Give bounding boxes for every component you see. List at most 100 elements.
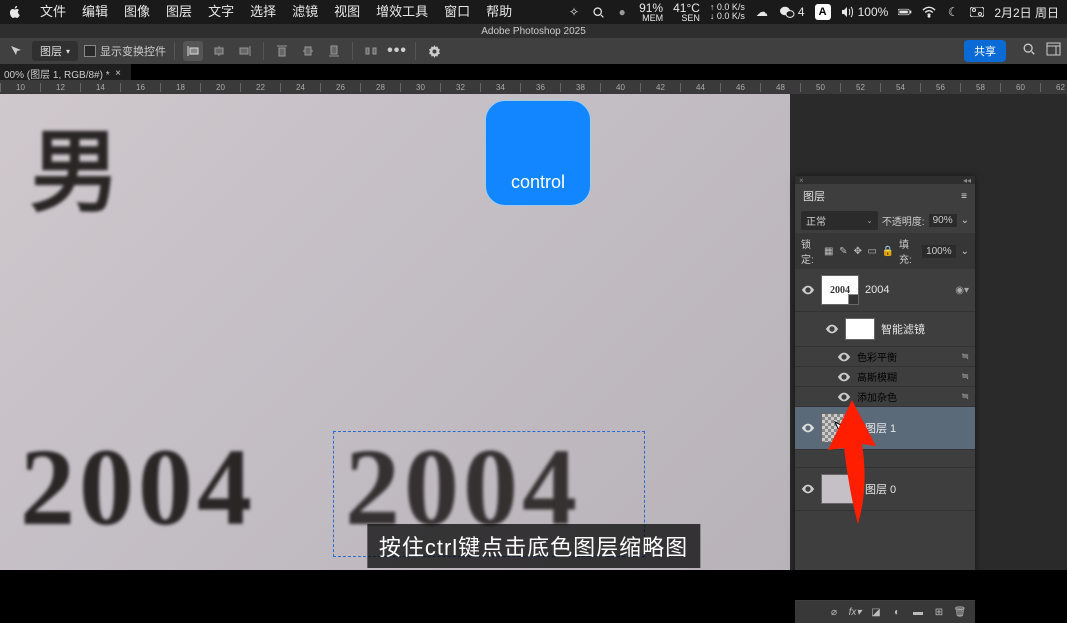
visibility-icon[interactable] xyxy=(837,370,851,384)
layer-name[interactable]: 2004 xyxy=(865,284,889,296)
search-icon[interactable] xyxy=(591,5,605,19)
link-icon[interactable]: ⌀ xyxy=(827,605,841,619)
menu-image[interactable]: 图像 xyxy=(116,0,158,24)
menu-select[interactable]: 选择 xyxy=(242,0,284,24)
adjustment-icon[interactable]: ◐ xyxy=(890,605,904,619)
menu-file[interactable]: 文件 xyxy=(32,0,74,24)
show-transform-checkbox[interactable]: 显示变换控件 xyxy=(84,43,166,59)
wifi-icon[interactable] xyxy=(922,5,936,19)
layer-thumb-layer1[interactable] xyxy=(821,413,859,443)
mac-menubar: 文件 编辑 图像 图层 文字 选择 滤镜 视图 增效工具 窗口 帮助 ✧ ● 9… xyxy=(0,0,1067,24)
volume-icon[interactable]: 100% xyxy=(841,5,889,19)
lock-pixels-icon[interactable]: ▦ xyxy=(824,245,834,257)
filter-opts-icon[interactable]: ≒ xyxy=(961,371,969,382)
app-title: Adobe Photoshop 2025 xyxy=(481,26,586,37)
menu-edit[interactable]: 编辑 xyxy=(74,0,116,24)
artboard[interactable]: 男 2004 2004 xyxy=(0,94,790,570)
dnd-moon-icon[interactable]: ☾ xyxy=(946,5,960,19)
control-center-icon[interactable] xyxy=(970,5,984,19)
layer-thumb-layer0[interactable] xyxy=(821,474,859,504)
bottom-bar xyxy=(0,570,1067,600)
folder-icon[interactable]: ▬ xyxy=(911,605,925,619)
workspace-icon[interactable] xyxy=(1046,42,1061,61)
layer-name[interactable]: 图层 0 xyxy=(865,481,896,497)
layer-select-combo[interactable]: 图层▾ xyxy=(32,41,78,61)
options-bar: 图层▾ 显示变换控件 ••• 共享 xyxy=(0,38,1067,64)
trash-icon[interactable]: 🗑 xyxy=(953,605,967,619)
menu-filter[interactable]: 滤镜 xyxy=(284,0,326,24)
align-top-icon[interactable] xyxy=(272,41,292,61)
opacity-value[interactable]: 90% xyxy=(929,214,957,227)
panel-grip[interactable]: ×◂◂ xyxy=(795,176,975,184)
layer-thumb-2004[interactable]: 2004 xyxy=(821,275,859,305)
cloud-icon[interactable]: ☁︎ xyxy=(755,5,769,19)
mem-stat: 91%MEM xyxy=(639,2,663,23)
menubar-right: ✧ ● 91%MEM 41°CSEN ↑ 0.0 K/s↓ 0.0 K/s ☁︎… xyxy=(567,2,1067,23)
menu-help[interactable]: 帮助 xyxy=(478,0,520,24)
layer-row-layer0[interactable]: 图层 0 xyxy=(795,468,975,511)
app-titlebar: Adobe Photoshop 2025 xyxy=(0,24,1067,38)
search-workspace-icon[interactable] xyxy=(1022,42,1036,61)
blend-mode-combo[interactable]: 正常⌄ xyxy=(801,211,878,230)
layers-panel-footer: ⌀ fx▾ ◪ ◐ ▬ ⊞ 🗑 xyxy=(795,601,975,623)
filter-opts-icon[interactable]: ≒ xyxy=(961,351,969,362)
mask-icon[interactable]: ◪ xyxy=(869,605,883,619)
distribute-icon[interactable] xyxy=(361,41,381,61)
move-tool-icon[interactable] xyxy=(6,41,26,61)
lock-label: 锁定: xyxy=(801,236,819,266)
rec-icon[interactable]: ● xyxy=(615,5,629,19)
menu-window[interactable]: 窗口 xyxy=(436,0,478,24)
layer-row-layer1[interactable]: 图层 1 xyxy=(795,407,975,450)
more-icon[interactable]: ••• xyxy=(387,41,407,61)
menu-type[interactable]: 文字 xyxy=(200,0,242,24)
smart-indicator-icon: ◉▾ xyxy=(955,285,969,296)
menu-layer[interactable]: 图层 xyxy=(158,0,200,24)
ai-icon[interactable]: ✧ xyxy=(567,5,581,19)
lock-all-icon[interactable]: 🔒 xyxy=(882,245,894,257)
fill-value[interactable]: 100% xyxy=(922,245,956,258)
align-left-icon[interactable] xyxy=(183,41,203,61)
menu-view[interactable]: 视图 xyxy=(326,0,368,24)
battery-icon[interactable] xyxy=(898,5,912,19)
ruler-horizontal: 1012141618202224262830323436384042444648… xyxy=(0,80,1067,94)
filter-mask-thumb[interactable] xyxy=(845,318,875,340)
align-bottom-icon[interactable] xyxy=(324,41,344,61)
visibility-icon[interactable] xyxy=(801,283,815,297)
lock-move-icon[interactable]: ✥ xyxy=(853,245,863,257)
filter-row-gaussblur[interactable]: 高斯模糊≒ xyxy=(795,367,975,387)
fx-icon[interactable]: fx▾ xyxy=(848,605,862,619)
visibility-icon[interactable] xyxy=(825,322,839,336)
lock-brush-icon[interactable]: ✎ xyxy=(839,245,849,257)
visibility-icon[interactable] xyxy=(837,350,851,364)
lock-artboard-icon[interactable]: ▭ xyxy=(868,245,878,257)
date-time[interactable]: 2月2日 周日 xyxy=(994,4,1059,21)
align-right-icon[interactable] xyxy=(235,41,255,61)
input-a-icon[interactable]: A xyxy=(815,4,831,20)
layer-row-2004[interactable]: 2004 2004 ◉▾ xyxy=(795,269,975,312)
filter-opts-icon[interactable]: ≒ xyxy=(961,391,969,402)
layers-tab[interactable]: 图层≡ xyxy=(795,184,975,208)
control-key-overlay: control xyxy=(485,100,591,206)
wechat-icon[interactable]: 4 xyxy=(779,5,805,19)
align-hcenter-icon[interactable] xyxy=(209,41,229,61)
gear-icon[interactable] xyxy=(424,41,444,61)
visibility-icon[interactable] xyxy=(837,390,851,404)
apple-icon xyxy=(8,5,22,19)
new-layer-icon[interactable]: ⊞ xyxy=(932,605,946,619)
layers-panel[interactable]: ×◂◂ 图层≡ 正常⌄ 不透明度: 90% ⌄ 锁定: ▦ ✎ ✥ ▭ 🔒 填充… xyxy=(795,176,975,623)
opacity-label: 不透明度: xyxy=(882,213,925,228)
art-glyph: 男 xyxy=(30,99,120,229)
share-button[interactable]: 共享 xyxy=(964,40,1006,62)
fill-label: 填充: xyxy=(899,236,917,266)
net-stat: ↑ 0.0 K/s↓ 0.0 K/s xyxy=(710,3,745,21)
layer-name[interactable]: 图层 1 xyxy=(865,420,896,436)
document-tab[interactable]: 00% (图层 1, RGB/8#) * × xyxy=(0,64,131,80)
menu-plugins[interactable]: 增效工具 xyxy=(368,0,436,24)
visibility-icon[interactable] xyxy=(801,421,815,435)
filter-row-addnoise[interactable]: 添加杂色≒ xyxy=(795,387,975,407)
align-vcenter-icon[interactable] xyxy=(298,41,318,61)
temp-stat: 41°CSEN xyxy=(673,2,700,23)
visibility-icon[interactable] xyxy=(801,482,815,496)
filter-row-colorbalance[interactable]: 色彩平衡≒ xyxy=(795,347,975,367)
smart-filters-row[interactable]: 智能滤镜 xyxy=(795,312,975,347)
